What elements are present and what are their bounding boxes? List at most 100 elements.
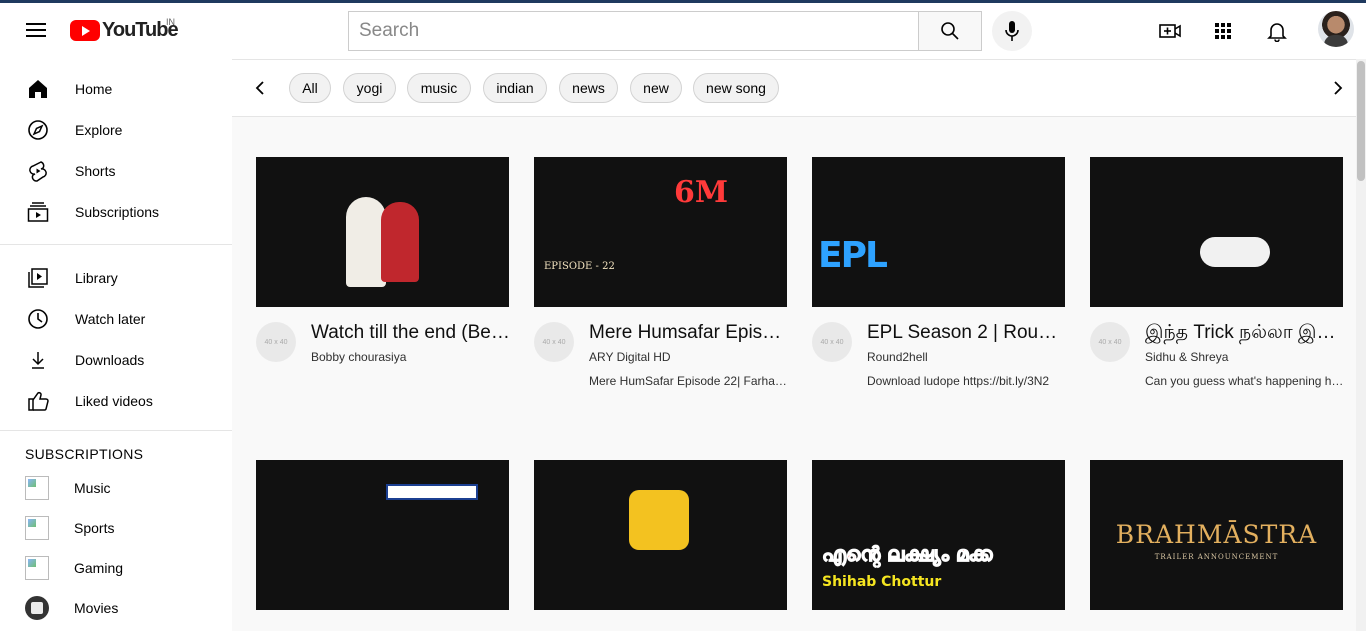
chip-music[interactable]: music [407,73,471,103]
subscription-item-sports[interactable]: Sports [0,508,232,548]
subscription-item-gaming[interactable]: Gaming [0,548,232,588]
microphone-icon [1005,21,1019,41]
sidebar-item-shorts[interactable]: Shorts [0,150,232,191]
sidebar-item-home[interactable]: Home [0,68,232,109]
create-video-icon [1159,24,1181,38]
clock-icon [26,307,50,331]
sidebar: Home Explore Shorts Subscriptions Librar… [0,59,232,631]
video-card[interactable]: 40 x 40 Watch till the end (Beware) 😂 Bo… [256,157,511,397]
sidebar-divider [0,430,232,431]
search-box[interactable] [348,11,918,51]
chip-news[interactable]: news [559,73,618,103]
subscription-item-movies[interactable]: Movies [0,588,232,628]
subscription-label: Sports [74,520,115,536]
video-thumbnail[interactable]: EPL [812,157,1065,307]
subscription-item-music[interactable]: Music [0,468,232,508]
sidebar-item-explore[interactable]: Explore [0,109,232,150]
search-button[interactable] [918,11,982,51]
chip-indian[interactable]: indian [483,73,547,103]
video-title[interactable]: Mere Humsafar Episode 22 [589,321,789,345]
video-description: Can you guess what's happening here [1145,374,1345,388]
user-avatar[interactable] [1318,11,1354,47]
search-input[interactable] [359,20,918,42]
search-icon [941,22,959,40]
subscription-label: Gaming [74,560,124,576]
chip-all[interactable]: All [289,73,331,103]
sidebar-divider [0,244,232,245]
channel-thumbnail [25,556,49,580]
channel-thumbnail [25,476,49,500]
sidebar-item-subscriptions[interactable]: Subscriptions [0,191,232,232]
sidebar-item-label: Subscriptions [75,203,160,220]
chip-new-song[interactable]: new song [693,73,779,103]
apps-button[interactable] [1209,17,1237,45]
video-thumbnail[interactable]: BRAHMĀSTRA TRAILER ANNOUNCEMENT [1090,460,1343,610]
menu-icon[interactable] [26,23,46,37]
sidebar-item-downloads[interactable]: Downloads [0,339,232,380]
subscription-label: Movies [74,600,119,616]
chips-scroll-right-button[interactable] [1326,77,1348,99]
channel-avatar[interactable]: 40 x 40 [256,322,296,362]
sidebar-item-liked-videos[interactable]: Liked videos [0,380,232,421]
thumbnail-overlay-text: എന്റെ ലക്ഷ്യം മക്ക [821,542,993,567]
thumbnail-logo-text: EPL [818,235,888,276]
channel-name[interactable]: ARY Digital HD [589,350,671,364]
channel-avatar[interactable]: 40 x 40 [1090,322,1130,362]
channel-name[interactable]: Sidhu & Shreya [1145,350,1228,364]
compass-icon [26,118,50,142]
video-thumbnail[interactable]: എന്റെ ലക്ഷ്യം മക്ക Shihab Chottur [812,460,1065,610]
video-card[interactable]: EPL 40 x 40 EPL Season 2 | Round2hell Ro… [812,157,1067,397]
scrollbar-thumb[interactable] [1357,61,1365,181]
thumbnail-name-text: Shihab Chottur [822,574,942,590]
apps-grid-icon [1215,23,1231,39]
chevron-right-icon [1334,81,1343,95]
page-scrollbar[interactable] [1356,59,1366,631]
sidebar-item-label: Watch later [75,310,146,327]
thumbnail-badge-text: 6M [674,175,729,210]
video-card[interactable]: എന്റെ ലക്ഷ്യം മക്ക Shihab Chottur [812,460,1065,610]
channel-avatar[interactable]: 40 x 40 [534,322,574,362]
video-card[interactable]: BRAHMĀSTRA TRAILER ANNOUNCEMENT [1090,460,1343,610]
video-title[interactable]: EPL Season 2 | Round2hell [867,321,1067,345]
library-icon [26,266,50,290]
sidebar-item-watch-later[interactable]: Watch later [0,298,232,339]
sidebar-item-library[interactable]: Library [0,257,232,298]
video-card[interactable]: 6M EPISODE - 22 40 x 40 Mere Humsafar Ep… [534,157,789,397]
thumbnail-title-text: BRAHMĀSTRA [1115,520,1318,549]
video-thumbnail[interactable]: 6M EPISODE - 22 [534,157,787,307]
sidebar-item-label: Liked videos [75,392,153,409]
youtube-logo[interactable]: YouTube IN [70,17,179,42]
channel-name[interactable]: Round2hell [867,350,928,364]
sidebar-item-label: Shorts [75,162,116,179]
country-code: IN [166,17,175,27]
video-card[interactable] [256,460,509,610]
channel-name[interactable]: Bobby chourasiya [311,350,406,364]
chip-new[interactable]: new [630,73,682,103]
subscriptions-section-title: SUBSCRIPTIONS [25,446,144,462]
bell-icon [1267,23,1287,42]
video-title[interactable]: Watch till the end (Beware) 😂 [311,321,511,345]
video-thumbnail[interactable] [1090,157,1343,307]
video-thumbnail[interactable] [256,460,509,610]
channel-avatar[interactable]: 40 x 40 [812,322,852,362]
chip-yogi[interactable]: yogi [343,73,396,103]
top-header: YouTube IN [0,3,1366,59]
download-icon [26,348,50,372]
video-card[interactable] [534,460,787,610]
chevron-left-icon [255,81,264,95]
home-icon [26,77,50,101]
video-description: Download ludope https://bit.ly/3N2 [867,374,1050,388]
video-thumbnail[interactable] [534,460,787,610]
filter-chip-bar: All yogi music indian news new new song [232,59,1356,117]
notifications-button[interactable] [1263,17,1291,45]
video-thumbnail[interactable] [256,157,509,307]
thumbnail-episode-text: EPISODE - 22 [544,261,615,272]
chips-scroll-left-button[interactable] [250,77,272,99]
create-video-button[interactable] [1156,17,1184,45]
video-title[interactable]: இந்த Trick நல்லா இருக்கு [1145,321,1345,345]
video-card[interactable]: 40 x 40 இந்த Trick நல்லா இருக்கு Sidhu &… [1090,157,1345,397]
sidebar-item-label: Downloads [75,351,145,368]
sidebar-item-label: Home [75,80,113,97]
thumbnail-subtitle-text: TRAILER ANNOUNCEMENT [1154,553,1279,561]
voice-search-button[interactable] [992,11,1032,51]
